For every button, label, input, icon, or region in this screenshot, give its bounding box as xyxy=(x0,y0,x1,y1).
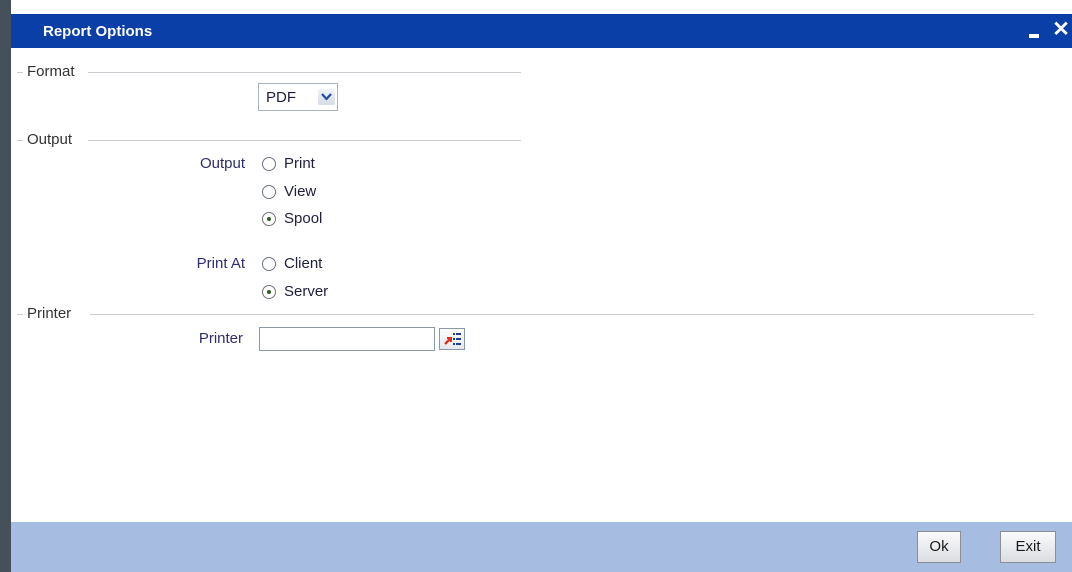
output-label: Output xyxy=(199,155,245,172)
minimize-icon[interactable] xyxy=(1025,24,1043,42)
report-options-window: Report Options ✕ Format PDF Output Outpu… xyxy=(0,0,1072,572)
printer-section-legend: Printer xyxy=(23,305,78,322)
format-select-value: PDF xyxy=(266,89,296,106)
radio-button-print[interactable] xyxy=(262,157,276,171)
list-of-values-icon[interactable] xyxy=(439,328,465,350)
radio-label-view: View xyxy=(284,183,317,200)
printer-input[interactable] xyxy=(259,327,435,351)
close-icon[interactable]: ✕ xyxy=(1051,19,1071,40)
radio-label-client: Client xyxy=(284,255,323,272)
ok-button[interactable]: Ok xyxy=(917,531,961,563)
print-at-label: Print At xyxy=(196,255,245,272)
radio-label-server: Server xyxy=(284,283,329,300)
radio-button-client[interactable] xyxy=(262,257,276,271)
output-section-legend: Output xyxy=(23,131,79,148)
window-title: Report Options xyxy=(43,23,153,40)
format-section-divider xyxy=(88,72,521,73)
radio-button-spool[interactable] xyxy=(262,212,276,226)
chevron-down-icon[interactable] xyxy=(318,89,335,105)
window-left-border xyxy=(0,0,11,572)
exit-button[interactable]: Exit xyxy=(1000,531,1056,563)
format-select[interactable]: PDF xyxy=(258,83,338,111)
title-bar[interactable]: Report Options ✕ xyxy=(11,14,1072,48)
radio-button-server[interactable] xyxy=(262,285,276,299)
output-section-divider xyxy=(88,140,521,141)
radio-label-spool: Spool xyxy=(284,210,323,227)
printer-label: Printer xyxy=(198,330,243,347)
printer-section-divider xyxy=(90,314,1034,315)
radio-button-view[interactable] xyxy=(262,185,276,199)
footer-bar: Ok Exit xyxy=(11,522,1072,572)
radio-label-print: Print xyxy=(284,155,315,172)
format-section-legend: Format xyxy=(23,63,81,80)
